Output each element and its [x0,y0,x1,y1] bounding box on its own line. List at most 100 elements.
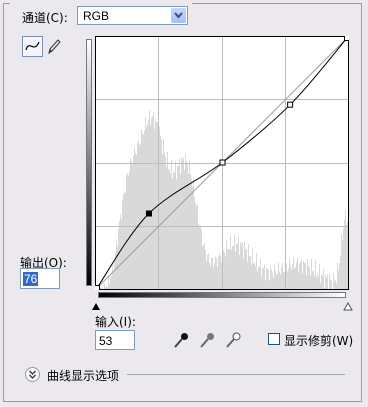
gray-eyedropper-icon[interactable] [198,331,216,349]
white-point-slider[interactable] [343,302,353,311]
histogram-bar [235,251,236,289]
histogram-bar [330,280,331,289]
curve-control-point[interactable] [344,36,350,41]
input-gradient-bar [98,292,346,298]
histogram-bar [133,155,134,289]
histogram-bar [156,121,157,289]
curve-control-point[interactable] [219,159,226,166]
histogram-bar [334,281,335,289]
histogram-bar [234,234,235,289]
curve-display-options-label[interactable]: 曲线显示选项 [47,367,119,384]
pencil-tool-button[interactable] [46,37,62,55]
white-eyedropper-icon[interactable] [224,331,242,349]
histogram-bar [251,264,252,289]
histogram-bar [347,221,348,289]
histogram-bar [102,287,103,289]
histogram-bar [145,117,146,289]
curve-point-tool-button[interactable] [22,36,43,57]
histogram-bar [239,255,240,289]
histogram-bar [226,240,227,289]
histogram-bar [300,261,301,289]
histogram-bar [343,228,344,289]
histogram-bar [135,153,136,289]
curve-point-icon [25,41,40,51]
histogram-bar [321,274,322,289]
histogram-bar [311,258,312,289]
histogram-bar [215,256,216,289]
histogram-bar [111,275,112,289]
chevron-down-icon[interactable] [171,8,186,23]
channel-select[interactable]: RGB [77,6,188,25]
black-eyedropper-icon[interactable] [172,331,190,349]
histogram-bar [297,257,298,289]
histogram-bar [276,274,277,289]
histogram-bar [174,172,175,289]
input-field[interactable]: 53 [95,330,135,350]
options-separator [127,374,345,375]
histogram-bar [169,168,170,289]
histogram-bar [238,236,239,289]
histogram-bar [119,220,120,289]
histogram-bar [165,156,166,289]
histogram-bar [113,271,114,289]
histogram-bar [231,249,232,289]
histogram-bar [122,200,123,289]
histogram-bar [214,263,215,289]
histogram-bar [287,271,288,289]
histogram-bar [266,267,267,289]
histogram-bar [245,249,246,289]
histogram-bar [212,257,213,289]
curve-control-point[interactable] [287,101,294,108]
histogram-bar [247,261,248,289]
expand-options-button[interactable] [25,367,40,382]
histogram-bar [291,269,292,289]
histogram-bar [218,256,219,289]
histogram-bar [302,273,303,289]
histogram-bar [136,154,137,289]
histogram-bar [146,126,147,289]
histogram-bar [128,175,129,289]
output-field[interactable]: 76 [20,268,60,289]
histogram-bar [130,158,131,289]
histogram-bar [200,226,201,289]
histogram-bar [149,110,150,289]
histogram-bar [319,263,320,289]
histogram-bar [127,173,128,289]
histogram-bar [209,262,210,289]
histogram-bar [123,194,124,289]
histogram-bar [175,161,176,289]
histogram-bar [298,271,299,289]
histogram-bar [344,220,345,289]
histogram-bar [329,274,330,289]
histogram-bar [193,178,194,289]
histogram-bar [150,124,151,290]
histogram-bar [232,245,233,289]
histogram-bar [267,268,268,289]
histogram-bar [221,262,222,289]
show-clipping-label[interactable]: 显示修剪(W) [284,332,353,349]
histogram-bar [140,143,141,289]
histogram-bar [202,246,203,289]
black-point-slider[interactable] [91,302,101,311]
curves-graph[interactable] [95,36,349,290]
histogram-bar [177,166,178,289]
histogram-bar [166,166,167,289]
histogram-bar [180,174,181,289]
histogram-bar [286,263,287,289]
show-clipping-checkbox[interactable] [268,333,280,345]
histogram-bar [203,244,204,289]
histogram-bar [293,257,294,289]
histogram-bar [346,225,347,289]
curve-control-point[interactable] [95,285,100,291]
histogram-bar [304,262,305,289]
histogram-bar [270,266,271,289]
histogram-bar [278,262,279,289]
histogram-bar [264,264,265,289]
output-value: 76 [23,272,39,286]
histogram-bar [252,247,253,289]
histogram-bar [237,243,238,289]
histogram-bar [100,287,101,289]
curve-control-point[interactable] [145,210,152,217]
histogram-bar [144,130,145,289]
histogram-bar [217,266,218,289]
